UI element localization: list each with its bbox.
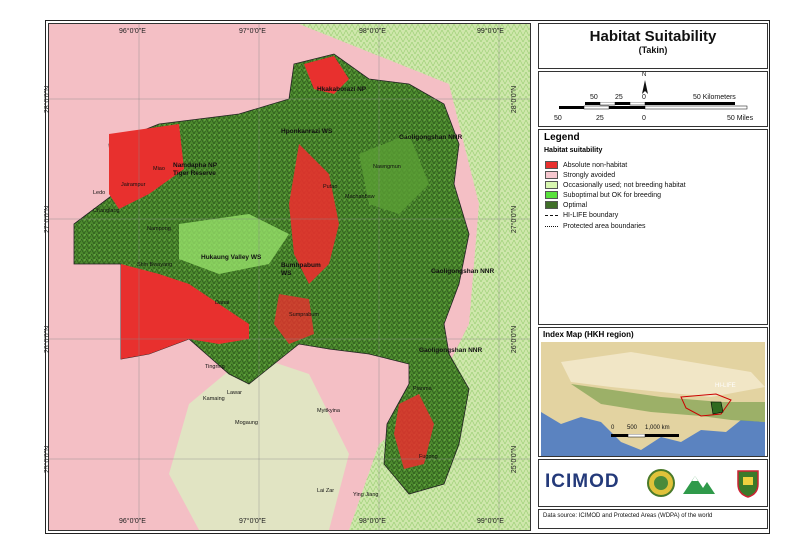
dotted-line-icon <box>545 225 558 227</box>
legend-line-row: HI-LIFE boundary <box>545 210 618 220</box>
legend-class-label: Occasionally used; not breeding habitat <box>563 181 686 189</box>
place-label: Shin Bwayang <box>137 262 173 268</box>
legend-swatch <box>545 191 558 199</box>
pa-label: Namdapha NP Tiger Reserve <box>173 162 217 177</box>
source-panel: Data source: ICIMOD and Protected Areas … <box>538 509 768 529</box>
place-label: Nawngmun <box>373 164 401 170</box>
pa-label: Gaoligongshan NNR <box>431 268 495 275</box>
lon-label: 96°0'0"E <box>119 28 146 35</box>
lat-label: 25°0'0"N <box>511 445 519 474</box>
place-label: Machanbaw <box>345 194 375 200</box>
lon-label: 98°0'0"E <box>359 28 386 35</box>
legend-subtitle: Habitat suitability <box>544 147 603 154</box>
lon-label: 99°0'0"E <box>477 28 504 35</box>
scale-km-tick: 0 <box>642 94 646 101</box>
inset-map <box>541 342 765 456</box>
pa-label: Bumhpabum WS <box>281 262 321 277</box>
pa-label: Hponkanrazi WS <box>281 128 333 135</box>
inset-title: Index Map (HKH region) <box>543 330 634 339</box>
place-label: Miao <box>153 166 165 172</box>
legend-line-row: Protected area boundaries <box>545 221 646 231</box>
lat-label: 26°0'0"N <box>44 325 52 354</box>
scalebar-panel: N 50 25 0 50 Kilometers 50 25 0 50 Miles <box>538 71 768 127</box>
scale-km-tick: 50 <box>590 94 598 101</box>
logo-panel: ICIMOD <box>538 459 768 507</box>
legend-class-label: Strongly avoided <box>563 171 616 179</box>
lat-label: 27°0'0"N <box>511 205 519 234</box>
data-source: Data source: ICIMOD and Protected Areas … <box>543 513 713 519</box>
place-label: Kamaing <box>203 396 225 402</box>
lat-label: 27°0'0"N <box>44 205 52 234</box>
place-label: Nampong <box>147 226 171 232</box>
legend-class-row: Strongly avoided <box>545 170 615 180</box>
pa-label: Gaoligongshan NNR <box>419 347 483 354</box>
legend-title: Legend <box>544 132 580 143</box>
legend-class-label: Suboptimal but OK for breeding <box>563 191 662 199</box>
lon-label: 96°0'0"E <box>119 518 146 525</box>
pa-label: Hkakaborazi NP <box>317 86 367 93</box>
scale-mile-tick: 25 <box>596 115 604 122</box>
inset-scale-tick: 0 <box>611 425 615 431</box>
place-label: Mogaung <box>235 420 258 426</box>
legend-class-row: Absolute non-habitat <box>545 160 627 170</box>
place-label: Jairampur <box>121 182 146 188</box>
legend-line-label: HI-LIFE boundary <box>563 211 619 219</box>
inset-scale-tick: 1,000 km <box>645 425 670 431</box>
title-panel: Habitat Suitability (Takin) <box>538 23 768 69</box>
map-title: Habitat Suitability <box>589 28 717 45</box>
mountain-logo-icon <box>683 476 715 494</box>
legend-class-row: Occasionally used; not breeding habitat <box>545 180 686 190</box>
place-label: Tingring <box>205 364 225 370</box>
legend-class-label: Optimal <box>563 201 588 209</box>
lat-label: 28°0'0"N <box>44 85 52 114</box>
place-label: Lawar <box>227 390 242 396</box>
dash-dot-line-icon <box>545 214 558 216</box>
lat-label: 25°0'0"N <box>44 445 52 474</box>
lon-label: 99°0'0"E <box>477 518 504 525</box>
place-label: Ying Jiang <box>353 492 379 498</box>
scale-km-tick: 25 <box>615 94 623 101</box>
lon-label: 98°0'0"E <box>359 518 386 525</box>
inset-scale-tick: 500 <box>627 425 638 431</box>
legend-line-label: Protected area boundaries <box>563 222 646 230</box>
seal-logo-icon <box>647 469 675 497</box>
inset-panel: Index Map (HKH region) HI-LIFE 0 500 1,0… <box>538 327 768 457</box>
place-label: Changlang <box>93 208 120 214</box>
place-label: Lai Zar <box>317 488 335 494</box>
inset-scale-bar <box>611 434 679 438</box>
scale-km-tick: 50 Kilometers <box>693 94 736 101</box>
scale-mile-tick: 50 <box>554 115 562 122</box>
lon-label: 97°0'0"E <box>239 28 266 35</box>
legend-swatch <box>545 161 558 169</box>
legend-class-row: Optimal <box>545 200 587 210</box>
map-subtitle: (Takin) <box>638 45 668 55</box>
place-label: Putao <box>323 184 338 190</box>
legend-panel: Legend Habitat suitability HI-LIFE bound… <box>538 129 768 325</box>
lat-label: 26°0'0"N <box>511 325 519 354</box>
scale-mile-tick: 0 <box>642 115 646 122</box>
place-label: Myitkyina <box>317 408 340 414</box>
icimod-logo: ICIMOD <box>545 471 620 492</box>
legend-swatch <box>545 201 558 209</box>
place-label: Fugong <box>419 454 438 460</box>
lat-label: 28°0'0"N <box>511 85 519 114</box>
legend-swatch <box>545 181 558 189</box>
place-label: Pianma <box>413 386 432 392</box>
scale-mile-tick: 50 Miles <box>727 115 754 122</box>
legend-swatch <box>545 171 558 179</box>
inset-region-label: HI-LIFE <box>715 383 736 389</box>
place-label: Ledo <box>93 190 106 196</box>
legend-class-label: Absolute non-habitat <box>563 161 628 169</box>
pa-label: Gaoligongshan NNR <box>399 134 463 141</box>
legend-class-row: Suboptimal but OK for breeding <box>545 190 661 200</box>
shield-logo-icon <box>737 470 759 498</box>
place-label: Danai <box>215 300 230 306</box>
lon-label: 97°0'0"E <box>239 518 266 525</box>
place-label: Sumprabum <box>289 312 319 318</box>
pa-label: Hukaung Valley WS <box>201 254 262 261</box>
main-map: 96°0'0"E 97°0'0"E 98°0'0"E 99°0'0"E 96°0… <box>44 23 531 531</box>
